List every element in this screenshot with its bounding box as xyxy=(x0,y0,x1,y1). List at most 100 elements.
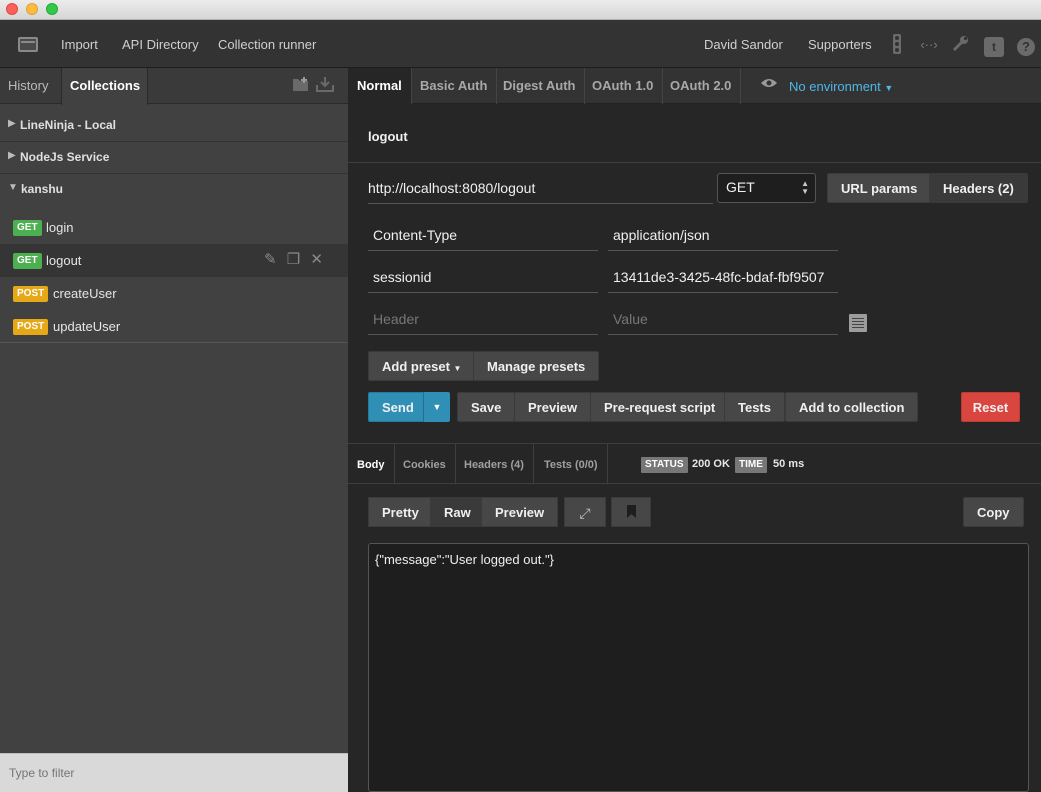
auth-tabs: Normal Basic Auth Digest Auth OAuth 1.0 … xyxy=(348,68,1041,104)
add-preset-label: Add preset xyxy=(382,359,450,374)
tab-tests[interactable]: Tests (0/0) xyxy=(535,444,608,484)
copy-button[interactable]: Copy xyxy=(963,497,1024,527)
add-to-collection-button[interactable]: Add to collection xyxy=(785,392,919,422)
tab-digest-auth[interactable]: Digest Auth xyxy=(494,68,586,104)
request-item-login[interactable]: GET login xyxy=(0,211,348,244)
collection-name: kanshu xyxy=(21,182,64,196)
filter-box xyxy=(0,753,348,792)
minimize-window-button[interactable] xyxy=(26,3,38,15)
close-window-button[interactable] xyxy=(6,3,18,15)
user-name[interactable]: David Sandor xyxy=(704,37,783,52)
tab-response-headers[interactable]: Headers (4) xyxy=(455,444,534,484)
tests-button[interactable]: Tests xyxy=(724,392,785,422)
bookmark-icon[interactable] xyxy=(611,497,651,527)
eye-icon[interactable] xyxy=(760,76,778,92)
sidebar-toggle-icon[interactable] xyxy=(18,37,38,52)
tab-oauth1[interactable]: OAuth 1.0 xyxy=(583,68,664,104)
maximize-window-button[interactable] xyxy=(46,3,58,15)
title-bar xyxy=(0,0,1041,20)
delete-x-icon[interactable]: ✕ xyxy=(310,251,323,268)
divider xyxy=(348,162,1041,163)
time-label: TIME xyxy=(735,457,767,473)
collection-kanshu[interactable]: ▼ kanshu xyxy=(0,174,348,206)
collection-name: LineNinja - Local xyxy=(20,118,117,132)
expanded-arrow-icon: ▼ xyxy=(8,182,18,193)
method-badge: GET xyxy=(13,253,42,269)
method-select-value: GET xyxy=(726,179,755,195)
collection-runner-button[interactable]: Collection runner xyxy=(218,37,316,52)
top-toolbar: Import API Directory Collection runner D… xyxy=(0,20,1041,68)
sidebar: History Collections ▶ LineNinja - Local … xyxy=(0,68,348,792)
response-tabs: Body Cookies Headers (4) Tests (0/0) STA… xyxy=(348,444,1041,484)
request-name: createUser xyxy=(53,286,117,301)
add-collection-icon[interactable] xyxy=(292,76,310,92)
header-value-input[interactable] xyxy=(608,219,838,251)
import-collection-icon[interactable] xyxy=(316,76,334,92)
preview-button[interactable]: Preview xyxy=(514,392,592,422)
tab-basic-auth[interactable]: Basic Auth xyxy=(411,68,498,104)
request-item-logout[interactable]: GET logout ✎ ❐ ✕ xyxy=(0,244,348,277)
method-badge: POST xyxy=(13,286,49,302)
environment-label: No environment xyxy=(789,79,881,94)
status-label: STATUS xyxy=(641,457,688,473)
response-body[interactable]: {"message":"User logged out."} xyxy=(368,543,1029,792)
environment-selector[interactable]: No environment ▼ xyxy=(789,79,893,94)
tab-cookies[interactable]: Cookies xyxy=(394,444,456,484)
collapsed-arrow-icon: ▶ xyxy=(8,150,16,161)
edit-pencil-icon[interactable]: ✎ xyxy=(264,251,277,268)
tab-history[interactable]: History xyxy=(0,68,56,104)
preview-view-button[interactable]: Preview xyxy=(481,497,559,527)
traffic-light-icon[interactable] xyxy=(887,34,907,54)
url-input[interactable] xyxy=(368,172,713,204)
filter-input[interactable] xyxy=(0,754,340,792)
caret-down-icon: ▼ xyxy=(453,364,462,373)
collection-nodejs-service[interactable]: ▶ NodeJs Service xyxy=(0,142,348,174)
sidebar-tabs: History Collections xyxy=(0,68,348,105)
tab-body[interactable]: Body xyxy=(348,444,395,484)
request-title: logout xyxy=(368,129,408,144)
tab-normal[interactable]: Normal xyxy=(348,68,412,104)
method-badge: GET xyxy=(13,220,42,236)
app-window: Import API Directory Collection runner D… xyxy=(0,0,1041,792)
send-options-caret-icon[interactable]: ▼ xyxy=(423,392,450,422)
request-name: updateUser xyxy=(53,319,121,334)
time-value: 50 ms xyxy=(773,458,805,470)
api-directory-button[interactable]: API Directory xyxy=(122,37,199,52)
header-key-input[interactable] xyxy=(368,219,598,251)
save-button[interactable]: Save xyxy=(457,392,516,422)
request-item-updateuser[interactable]: POST updateUser xyxy=(0,310,348,343)
manage-presets-button[interactable]: Manage presets xyxy=(473,351,600,381)
new-header-key-input[interactable] xyxy=(368,303,598,335)
header-value-input[interactable] xyxy=(608,261,838,293)
tab-collections[interactable]: Collections xyxy=(61,68,148,105)
pretty-view-button[interactable]: Pretty xyxy=(368,497,433,527)
reset-button[interactable]: Reset xyxy=(961,392,1020,422)
supporters-button[interactable]: Supporters xyxy=(808,37,872,52)
method-select[interactable]: GET ▲ ▼ xyxy=(717,173,816,203)
raw-view-button[interactable]: Raw xyxy=(430,497,485,527)
send-button[interactable]: Send xyxy=(368,392,424,422)
add-preset-button[interactable]: Add preset ▼ xyxy=(368,351,476,381)
help-icon[interactable]: ? xyxy=(1017,38,1035,56)
code-icon[interactable]: ‹··› xyxy=(919,35,939,55)
bulk-edit-icon[interactable] xyxy=(849,314,867,332)
main-panel: Normal Basic Auth Digest Auth OAuth 1.0 … xyxy=(348,68,1041,792)
pre-request-script-button[interactable]: Pre-request script xyxy=(590,392,730,422)
request-item-createuser[interactable]: POST createUser xyxy=(0,277,348,310)
url-params-button[interactable]: URL params xyxy=(827,173,932,203)
headers-button[interactable]: Headers (2) xyxy=(929,173,1028,203)
wrench-icon[interactable] xyxy=(951,34,971,54)
import-button[interactable]: Import xyxy=(61,37,98,52)
duplicate-icon[interactable]: ❐ xyxy=(287,251,300,268)
collection-lineninja[interactable]: ▶ LineNinja - Local xyxy=(0,110,348,142)
expand-icon[interactable]: ⤢ xyxy=(564,497,606,527)
collapsed-arrow-icon: ▶ xyxy=(8,118,16,129)
request-name: login xyxy=(46,220,74,235)
header-key-input[interactable] xyxy=(368,261,598,293)
status-value: 200 OK xyxy=(692,458,730,470)
new-header-value-input[interactable] xyxy=(608,303,838,335)
request-name: logout xyxy=(46,253,82,268)
collection-name: NodeJs Service xyxy=(20,150,110,164)
tab-oauth2[interactable]: OAuth 2.0 xyxy=(661,68,742,104)
twitter-icon[interactable]: t xyxy=(984,37,1004,57)
